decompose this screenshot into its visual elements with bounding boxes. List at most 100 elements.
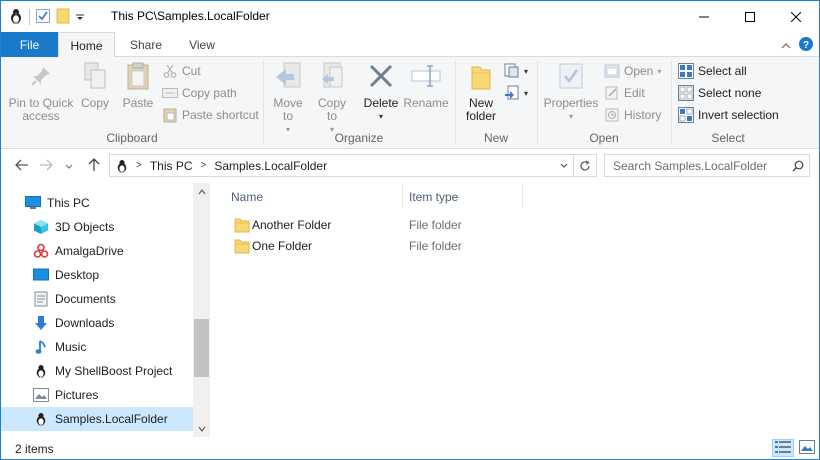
search-box[interactable]: Search Samples.LocalFolder bbox=[604, 154, 810, 177]
item-count: 2 items bbox=[15, 442, 54, 456]
history-button[interactable]: History bbox=[604, 105, 661, 125]
copy-path-button[interactable]: Copy path bbox=[162, 83, 237, 103]
group-open: Properties ▾ Open ▾ Edit History Open bbox=[538, 57, 670, 149]
navigation-bar: > This PC > Samples.LocalFolder Search S… bbox=[1, 149, 819, 181]
nav-item-desktop[interactable]: Desktop bbox=[1, 263, 193, 287]
nav-item-samples-localfolder[interactable]: Samples.LocalFolder bbox=[1, 407, 193, 431]
properties-check-icon[interactable] bbox=[36, 8, 50, 26]
new-item-icon bbox=[504, 63, 520, 79]
group-new: New folder ▾ ▾ New bbox=[456, 57, 536, 149]
tab-home[interactable]: Home bbox=[58, 32, 115, 58]
pin-icon bbox=[29, 64, 53, 91]
up-arrow-icon bbox=[88, 157, 100, 175]
scroll-down-arrow-icon[interactable] bbox=[193, 420, 210, 437]
expand-ribbon-icon[interactable] bbox=[781, 39, 791, 53]
rename-button[interactable]: Rename bbox=[403, 61, 449, 110]
help-icon[interactable]: ? bbox=[799, 37, 813, 54]
copy-to-button[interactable]: Copy to ▾ bbox=[312, 61, 352, 136]
new-item-button[interactable]: ▾ bbox=[504, 61, 528, 81]
paste-shortcut-button[interactable]: Paste shortcut bbox=[162, 105, 259, 125]
file-type: File folder bbox=[409, 239, 462, 253]
nav-item-this-pc[interactable]: This PC bbox=[1, 191, 193, 215]
new-folder-qat-icon[interactable] bbox=[56, 8, 70, 27]
documents-icon bbox=[33, 291, 49, 307]
paste-button[interactable]: Paste bbox=[119, 61, 157, 110]
select-all-button[interactable]: Select all bbox=[678, 61, 747, 81]
new-item-caret: ▾ bbox=[524, 66, 529, 76]
list-item[interactable]: One Folder File folder bbox=[230, 235, 560, 256]
properties-icon bbox=[558, 62, 584, 93]
column-divider[interactable] bbox=[402, 183, 403, 207]
delete-button[interactable]: Delete ▾ bbox=[360, 61, 402, 123]
nav-pane-scrollbar[interactable] bbox=[193, 183, 210, 437]
column-header-item-type[interactable]: Item type bbox=[409, 187, 458, 207]
cut-button[interactable]: Cut bbox=[162, 61, 201, 81]
nav-item-documents[interactable]: Documents bbox=[1, 287, 193, 311]
recent-locations-button[interactable] bbox=[63, 157, 75, 175]
edit-button[interactable]: Edit bbox=[604, 83, 645, 103]
tab-view[interactable]: View bbox=[177, 32, 227, 57]
forward-button[interactable] bbox=[37, 157, 55, 175]
tab-share[interactable]: Share bbox=[121, 32, 171, 57]
crumb-samples-localfolder[interactable]: Samples.LocalFolder bbox=[214, 159, 327, 173]
large-icons-view-button[interactable] bbox=[796, 439, 818, 457]
new-folder-button[interactable]: New folder bbox=[460, 61, 502, 123]
customize-qat-icon[interactable] bbox=[76, 10, 84, 24]
nav-item-pictures[interactable]: Pictures bbox=[1, 383, 193, 407]
address-bar[interactable]: > This PC > Samples.LocalFolder bbox=[109, 154, 597, 177]
column-divider[interactable] bbox=[522, 183, 523, 207]
ribbon-tab-tools: ? bbox=[773, 37, 813, 54]
column-header-name[interactable]: Name bbox=[231, 187, 263, 207]
crumb-separator-icon[interactable]: > bbox=[201, 160, 207, 171]
copy-path-icon bbox=[162, 85, 178, 101]
address-history-dropdown[interactable] bbox=[555, 163, 573, 169]
search-icon[interactable] bbox=[787, 160, 809, 172]
desktop-icon bbox=[33, 267, 49, 283]
properties-button[interactable]: Properties ▾ bbox=[540, 61, 602, 123]
edit-icon bbox=[604, 85, 620, 101]
minimize-button[interactable] bbox=[681, 1, 727, 32]
crumb-separator-icon[interactable]: > bbox=[136, 160, 142, 171]
scrollbar-thumb[interactable] bbox=[194, 319, 209, 377]
search-input[interactable]: Search Samples.LocalFolder bbox=[613, 159, 787, 173]
move-to-button[interactable]: Move to ▾ bbox=[270, 61, 306, 136]
close-button[interactable] bbox=[773, 1, 819, 32]
title-bar: This PC\Samples.LocalFolder bbox=[1, 1, 819, 32]
penguin-icon[interactable] bbox=[9, 8, 23, 27]
scroll-up-arrow-icon[interactable] bbox=[193, 183, 210, 200]
explorer-window: This PC\Samples.LocalFolder File Home Sh… bbox=[0, 0, 820, 460]
select-none-icon bbox=[678, 85, 694, 101]
up-button[interactable] bbox=[85, 157, 103, 175]
pictures-icon bbox=[33, 387, 49, 403]
nav-item-downloads[interactable]: Downloads bbox=[1, 311, 193, 335]
pin-quick-access-button[interactable]: Pin to Quick access bbox=[7, 61, 75, 123]
copy-icon bbox=[83, 62, 107, 93]
new-folder-icon bbox=[469, 61, 493, 94]
details-view-button[interactable] bbox=[772, 439, 794, 457]
nav-item-amalgadrive[interactable]: AmalgaDrive bbox=[1, 239, 193, 263]
refresh-button[interactable] bbox=[574, 159, 596, 172]
address-bar-actions bbox=[555, 155, 596, 176]
select-all-icon bbox=[678, 63, 694, 79]
group-organize: Move to ▾ Copy to ▾ Delete ▾ Rename Orga… bbox=[264, 57, 454, 149]
history-icon bbox=[604, 107, 620, 123]
folder-icon bbox=[234, 238, 250, 254]
easy-access-button[interactable]: ▾ bbox=[504, 83, 528, 103]
list-item[interactable]: Another Folder File folder bbox=[230, 214, 560, 235]
large-icons-view-icon bbox=[799, 439, 815, 457]
group-label-select: Select bbox=[711, 131, 745, 145]
maximize-button[interactable] bbox=[727, 1, 773, 32]
nav-item-my-shellboost-project[interactable]: My ShellBoost Project bbox=[1, 359, 193, 383]
select-none-button[interactable]: Select none bbox=[678, 83, 761, 103]
tab-file[interactable]: File bbox=[1, 32, 58, 57]
crumb-this-pc[interactable]: This PC bbox=[150, 159, 193, 173]
open-button[interactable]: Open ▾ bbox=[604, 61, 661, 81]
nav-item-3d-objects[interactable]: 3D Objects bbox=[1, 215, 193, 239]
window-controls bbox=[681, 1, 819, 32]
nav-item-music[interactable]: Music bbox=[1, 335, 193, 359]
back-button[interactable] bbox=[13, 157, 31, 175]
scissors-icon bbox=[162, 63, 178, 79]
copy-button[interactable]: Copy bbox=[77, 61, 113, 110]
properties-caret: ▾ bbox=[568, 112, 573, 121]
invert-selection-button[interactable]: Invert selection bbox=[678, 105, 779, 125]
